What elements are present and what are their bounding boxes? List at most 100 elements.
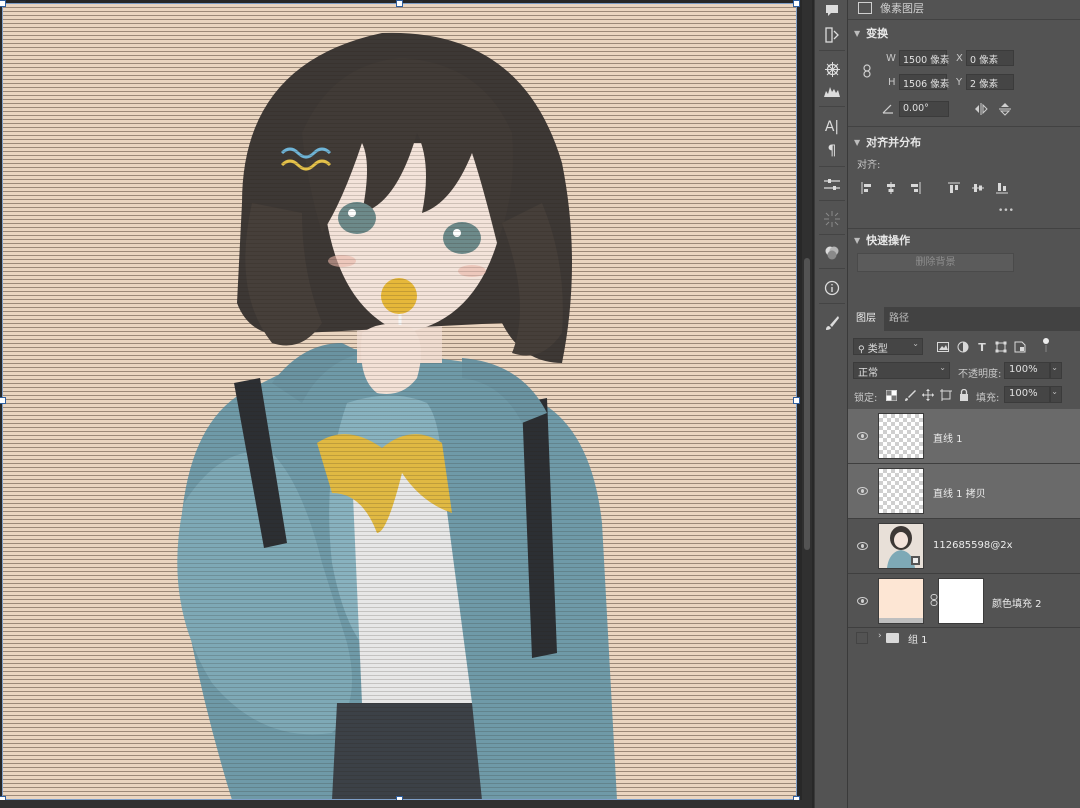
layer-name[interactable]: 直线 1 <box>933 430 963 445</box>
link-chain-icon[interactable] <box>860 64 874 78</box>
align-top-edges-icon[interactable] <box>947 181 961 195</box>
layer-filter-dropdown[interactable]: ⚲ 类型 ⌄ <box>853 338 923 355</box>
transform-handle-top-center[interactable] <box>396 0 403 7</box>
group-name[interactable]: 组 1 <box>908 631 928 646</box>
filter-toggle-icon[interactable] <box>1039 338 1053 352</box>
quick-actions-section-title[interactable]: ▼ 快速操作 <box>854 232 910 248</box>
pixel-layer-icon <box>858 2 872 14</box>
layer-row[interactable]: 直线 1 拷贝 <box>848 464 1080 519</box>
align-right-edges-icon[interactable] <box>908 181 922 195</box>
opacity-field[interactable]: 100% <box>1004 362 1050 379</box>
layer-list: 直线 1 直线 1 拷贝 112685598@2x 颜色填充 2 › 组 1 <box>848 409 1080 808</box>
layers-panel-tabs: 图层 路径 <box>848 307 1080 331</box>
brush-settings-icon[interactable] <box>820 312 844 334</box>
visibility-eye-icon[interactable] <box>857 432 868 440</box>
align-left-edges-icon[interactable] <box>860 181 874 195</box>
vertical-scroll-thumb[interactable] <box>804 258 810 550</box>
group-row[interactable]: › 组 1 <box>848 628 1080 648</box>
flip-horizontal-icon[interactable] <box>974 102 988 116</box>
filter-smart-object-icon[interactable] <box>1013 340 1027 354</box>
chevron-right-icon[interactable]: › <box>878 631 882 641</box>
visibility-empty-box[interactable] <box>856 632 868 644</box>
illustration-anime-girl <box>177 32 617 800</box>
brushes-sunburst-icon[interactable] <box>820 208 844 230</box>
layer-thumbnail <box>878 413 924 459</box>
fill-thumb-marker <box>879 618 923 623</box>
transform-handle-middle-right[interactable] <box>793 397 800 404</box>
height-field[interactable]: 1506 像素 <box>899 74 949 90</box>
y-field[interactable]: 2 像素 <box>966 74 1014 90</box>
right-panels: 像素图层 ▼ 变换 W 1500 像素 X 0 像素 H 1506 像素 Y 2… <box>848 0 1080 808</box>
document-canvas[interactable] <box>2 3 797 800</box>
filter-adjustment-icon[interactable] <box>956 340 970 354</box>
comments-icon[interactable] <box>820 0 844 22</box>
blend-mode-dropdown[interactable]: 正常 ⌄ <box>853 362 950 379</box>
visibility-eye-icon[interactable] <box>857 597 868 605</box>
paragraph-icon[interactable]: ¶ <box>820 140 844 162</box>
opacity-slider-toggle[interactable]: ⌄ <box>1050 362 1062 379</box>
y-label: Y <box>956 77 963 88</box>
align-horizontal-centers-icon[interactable] <box>884 181 898 195</box>
lock-artboard-icon[interactable] <box>939 388 953 402</box>
chevron-down-icon: ▼ <box>854 28 861 38</box>
align-label: 对齐: <box>857 160 881 171</box>
align-title-label: 对齐并分布 <box>866 136 922 149</box>
search-icon: ⚲ <box>858 345 865 355</box>
visibility-eye-icon[interactable] <box>857 542 868 550</box>
visibility-eye-icon[interactable] <box>857 487 868 495</box>
layer-row[interactable]: 颜色填充 2 <box>848 574 1080 628</box>
filter-pixel-icon[interactable] <box>936 340 950 354</box>
width-field[interactable]: 1500 像素 <box>899 50 949 66</box>
transform-handle-top-left[interactable] <box>0 0 6 7</box>
canvas-area[interactable] <box>0 0 814 808</box>
tab-layers[interactable]: 图层 <box>848 307 884 331</box>
flip-vertical-icon[interactable] <box>998 102 1012 116</box>
filter-shape-icon[interactable] <box>994 340 1008 354</box>
remove-background-button[interactable]: 删除背景 <box>857 253 1014 272</box>
layer-thumbnail <box>878 523 924 569</box>
chevron-down-icon: ⌄ <box>1051 387 1058 396</box>
layer-row[interactable]: 112685598@2x <box>848 519 1080 574</box>
align-bottom-edges-icon[interactable] <box>995 181 1009 195</box>
layer-name[interactable]: 直线 1 拷贝 <box>933 485 986 500</box>
x-label: X <box>956 53 963 64</box>
info-icon[interactable] <box>820 277 844 299</box>
layer-name[interactable]: 颜色填充 2 <box>992 595 1042 610</box>
chevron-down-icon: ⌄ <box>1051 363 1058 372</box>
lock-transparent-pixels-icon[interactable] <box>884 388 898 402</box>
navigator-icon[interactable] <box>820 58 844 80</box>
lock-label: 锁定: <box>854 393 878 404</box>
more-options-button[interactable]: ••• <box>998 206 1014 216</box>
tab-paths[interactable]: 路径 <box>881 307 917 331</box>
lock-all-icon[interactable] <box>957 388 971 402</box>
fill-label: 填充: <box>976 393 1000 404</box>
filter-type-icon[interactable]: T <box>975 340 989 354</box>
align-vertical-centers-icon[interactable] <box>971 181 985 195</box>
histogram-icon[interactable] <box>820 80 844 102</box>
channels-icon[interactable] <box>820 242 844 264</box>
transform-handle-top-right[interactable] <box>793 0 800 7</box>
transform-handle-middle-left[interactable] <box>0 397 6 404</box>
vertical-scrollbar[interactable] <box>802 0 812 808</box>
blend-mode-value: 正常 <box>858 368 878 379</box>
x-field[interactable]: 0 像素 <box>966 50 1014 66</box>
horizontal-scrollbar[interactable] <box>0 800 802 808</box>
history-icon[interactable] <box>820 24 844 46</box>
opacity-value: 100% <box>1009 364 1038 375</box>
properties-header-label: 像素图层 <box>880 2 924 15</box>
adjustments-sliders-icon[interactable] <box>820 174 844 196</box>
angle-field[interactable]: 0.00° <box>899 101 949 117</box>
character-icon[interactable]: A| <box>820 116 844 138</box>
fill-slider-toggle[interactable]: ⌄ <box>1050 386 1062 403</box>
layer-row[interactable]: 直线 1 <box>848 409 1080 464</box>
transform-section-title[interactable]: ▼ 变换 <box>854 25 888 41</box>
lock-position-icon[interactable] <box>921 388 935 402</box>
panel-icon-strip: A| ¶ <box>814 0 848 808</box>
layer-mask-thumbnail[interactable] <box>938 578 984 624</box>
layer-name[interactable]: 112685598@2x <box>933 540 1013 551</box>
lock-image-pixels-icon[interactable] <box>903 388 917 402</box>
align-section-title[interactable]: ▼ 对齐并分布 <box>854 134 921 150</box>
chevron-down-icon: ⌄ <box>912 339 919 348</box>
fill-field[interactable]: 100% <box>1004 386 1050 403</box>
photoshop-window: A| ¶ 像素图层 ▼ 变换 W 1500 像素 X 0 像素 H 1506 像… <box>0 0 1080 808</box>
